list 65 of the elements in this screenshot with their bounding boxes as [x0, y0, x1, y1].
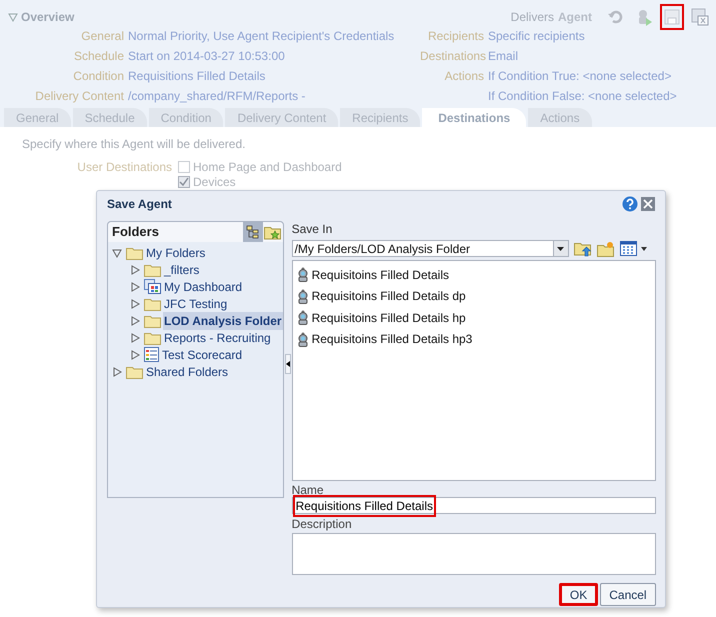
description-field[interactable] — [292, 533, 656, 575]
field-value: Specific recipients — [488, 28, 586, 45]
view-options-icon[interactable] — [620, 240, 647, 256]
field-value: Start on 2014-03-27 10:53:00 — [128, 48, 286, 65]
file-item[interactable]: Requisitoins Filled Details dp — [312, 287, 466, 306]
field-label: Name — [292, 483, 325, 497]
field-value: Requisitions Filled Details — [128, 68, 266, 85]
field-value: If Condition True: <none selected> — [488, 68, 672, 85]
field-value: Normal Priority, Use Agent Recipient's Credentials — [128, 28, 396, 45]
checkbox[interactable] — [178, 176, 190, 188]
instruction-text: Specify where this Agent will be delivered. — [22, 137, 246, 151]
field-label: Description — [292, 517, 353, 531]
field-value: If Condition False: <none selected> — [488, 88, 677, 105]
field-label: Actions — [444, 68, 484, 85]
folder-up-icon[interactable] — [574, 240, 592, 256]
tree-item[interactable]: Test Scorecard — [161, 346, 244, 364]
field-value: Email — [488, 48, 520, 65]
tree-item[interactable]: LOD Analysis Folder — [163, 312, 283, 330]
folder-icon — [144, 330, 161, 344]
dialog-title: Save Agent — [107, 196, 172, 213]
file-item[interactable]: Requisitoins Filled Details hp — [312, 308, 466, 327]
section-title: Overview — [21, 9, 74, 26]
field-label: Delivery Content — [34, 88, 124, 105]
scorecard-icon — [144, 347, 159, 362]
field-label: Destinations — [420, 48, 484, 65]
checkbox-label: Home Page and Dashboard — [193, 160, 342, 174]
field-label: Schedule — [72, 48, 124, 65]
tree-item[interactable]: Shared Folders — [145, 362, 230, 380]
close-icon[interactable] — [641, 197, 655, 211]
agent-icon — [296, 332, 309, 347]
folder-icon — [126, 246, 143, 260]
tree-item[interactable]: Reports - Recruiting — [163, 328, 272, 346]
tree-item[interactable]: _filters — [163, 260, 200, 278]
tree-item[interactable]: JFC Testing — [163, 294, 228, 312]
tree-item[interactable]: My Dashboard — [163, 278, 244, 296]
folder-icon — [144, 262, 161, 276]
save-in-dropdown[interactable]: /My Folders/LOD Analysis Folder — [292, 240, 569, 257]
folder-icon — [144, 296, 161, 310]
tree-item[interactable]: My Folders — [145, 244, 206, 262]
name-field[interactable]: Requisitions Filled Details — [292, 497, 656, 514]
field-label: Save In — [292, 222, 334, 236]
name-value: Requisitions Filled Details — [292, 494, 436, 516]
field-label: User Destinations — [76, 160, 172, 174]
save-icon[interactable] — [660, 4, 684, 30]
tree-view-icon[interactable] — [242, 222, 263, 242]
dialog-button[interactable]: Cancel — [600, 583, 656, 606]
splitter-handle[interactable] — [284, 354, 291, 374]
folder-icon — [126, 364, 143, 378]
field-label: General — [80, 28, 124, 45]
panel-title: Folders — [112, 223, 159, 242]
checkbox[interactable] — [178, 161, 190, 173]
file-item[interactable]: Requisitoins Filled Details hp3 — [312, 330, 472, 348]
delivers-label: Delivers — [510, 9, 554, 26]
agent-icon — [296, 310, 309, 326]
file-item[interactable]: Requisitoins Filled Details — [312, 266, 449, 284]
checkbox-label: Devices — [193, 175, 236, 189]
field-value: /company_shared/RFM/Reports - — [128, 88, 306, 105]
dialog-button[interactable]: OK — [558, 583, 598, 606]
agent-icon — [296, 288, 309, 304]
field-label: Condition — [72, 68, 124, 85]
folder-icon — [144, 314, 161, 328]
help-icon[interactable] — [622, 196, 638, 212]
agent-icon — [296, 267, 309, 282]
field-label: Recipients — [426, 28, 484, 45]
dashboard-icon — [144, 279, 161, 294]
